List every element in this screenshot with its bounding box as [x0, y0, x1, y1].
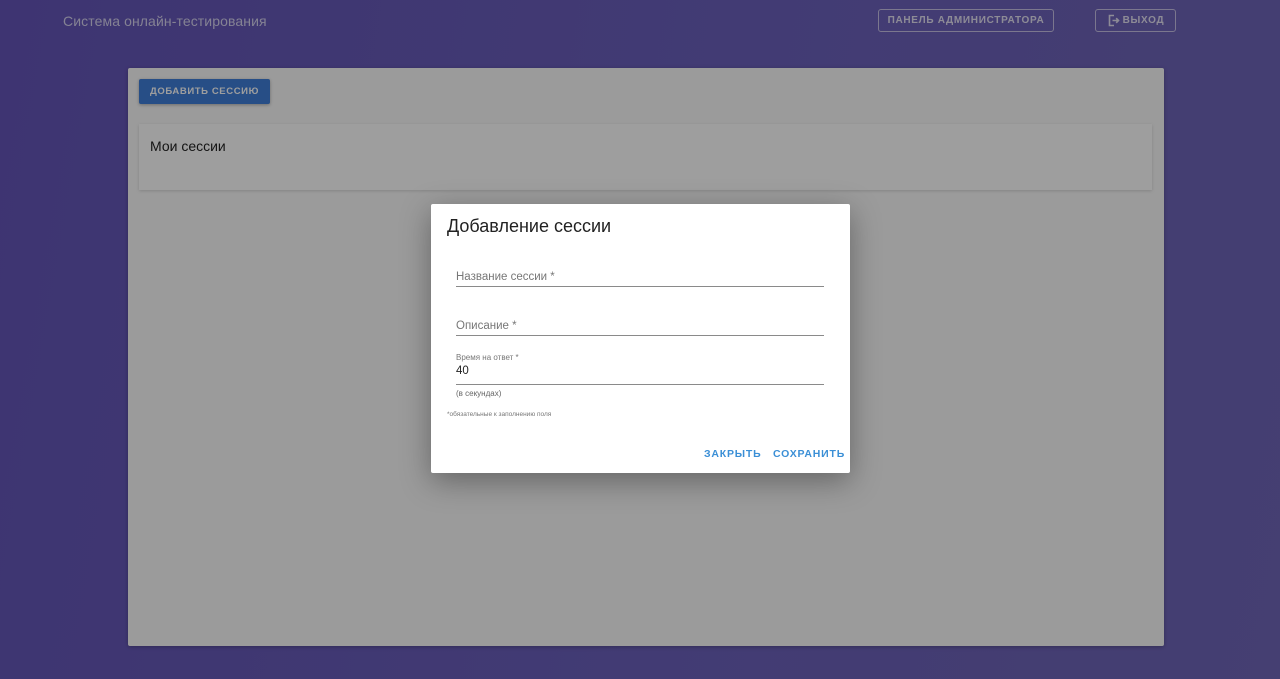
answer-time-label: Время на ответ *: [456, 353, 519, 362]
answer-time-value: 40: [456, 365, 469, 377]
add-session-dialog: Добавление сессии Название сессии * Опис…: [431, 204, 850, 473]
session-name-field[interactable]: Название сессии *: [456, 267, 824, 287]
description-placeholder: Описание *: [456, 320, 517, 332]
answer-time-field[interactable]: Время на ответ * 40: [456, 352, 824, 385]
description-field[interactable]: Описание *: [456, 316, 824, 336]
save-button[interactable]: СОХРАНИТЬ: [773, 448, 845, 460]
session-name-placeholder: Название сессии *: [456, 271, 555, 283]
required-fields-note: *обязательные к заполнению поля: [447, 411, 552, 418]
close-button[interactable]: ЗАКРЫТЬ: [704, 448, 761, 460]
answer-time-helper: (в секундах): [456, 389, 502, 398]
dialog-title: Добавление сессии: [447, 216, 612, 236]
